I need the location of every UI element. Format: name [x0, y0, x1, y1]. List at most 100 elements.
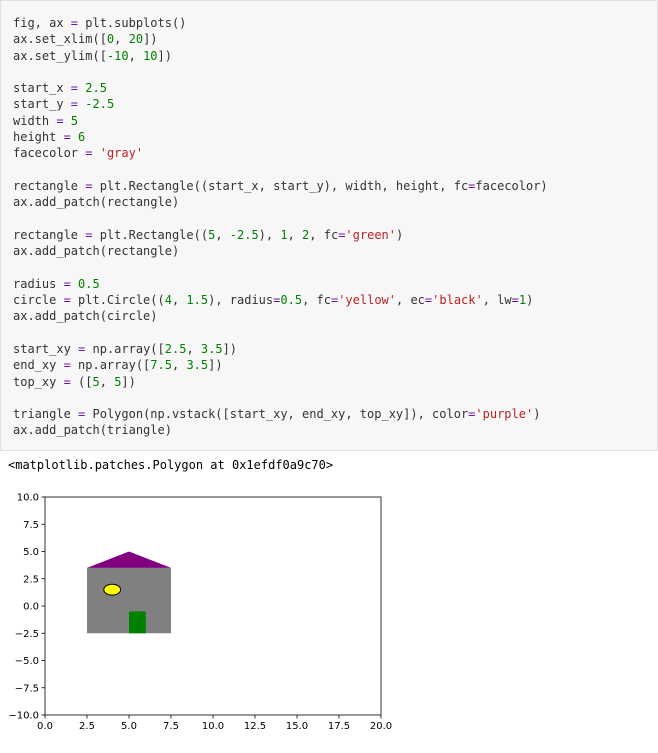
code-token: =: [56, 113, 64, 128]
code-token: 'green': [345, 227, 396, 242]
code-token: end_xy: [13, 358, 64, 373]
code-token: triangle: [13, 407, 79, 422]
code-line: start_y = -2.5: [13, 96, 548, 112]
code-token: plt.subplots(): [78, 16, 187, 30]
code-token: 7.5: [150, 358, 172, 373]
code-token: 6: [78, 130, 86, 145]
code-token: -2.5: [85, 97, 115, 112]
code-token: =: [70, 97, 79, 112]
y-tick-label: 10.0: [17, 493, 39, 504]
code-token: -2.5: [229, 227, 259, 242]
y-tick-label: 7.5: [23, 520, 39, 531]
code-token: 1: [280, 227, 288, 242]
y-tick-label: −2.5: [15, 629, 39, 640]
code-token: fig, ax: [13, 16, 71, 30]
code-token: 10: [143, 48, 158, 63]
code-token: ]): [121, 374, 136, 389]
code-token: ]): [208, 358, 223, 373]
code-token: ), radius: [208, 293, 274, 308]
x-tick-label: 7.5: [163, 721, 179, 732]
code-token: -10: [106, 48, 129, 63]
x-tick-label: 10.0: [202, 721, 224, 732]
code-token: top_xy: [13, 374, 64, 389]
code-token: 0.5: [280, 293, 303, 308]
code-token: 'black': [432, 293, 483, 308]
code-token: radius: [13, 276, 64, 291]
code-line: fig, ax = plt.subplots(): [13, 15, 548, 31]
code-token: ): [533, 407, 541, 422]
code-line: ax.add_patch(rectangle): [13, 243, 548, 259]
code-token: ,: [171, 358, 187, 373]
y-tick-label: −5.0: [15, 656, 39, 667]
code-token: ax.set_ylim([: [13, 48, 107, 63]
code-line: facecolor = 'gray': [13, 145, 548, 161]
code-token: start_x: [13, 81, 71, 96]
y-tick-label: −10.0: [8, 711, 39, 722]
code-token: =: [63, 130, 71, 145]
y-tick-label: 5.0: [23, 547, 39, 558]
code-token: , fc: [309, 227, 339, 242]
code-token: ]): [143, 32, 158, 47]
code-token: plt.Rectangle((: [92, 227, 209, 242]
code-token: width: [13, 113, 57, 128]
code-token: 5: [70, 113, 79, 128]
code-token: rectangle: [13, 178, 86, 193]
code-token: 0.5: [78, 276, 100, 291]
yellow-circle-patch: [103, 583, 122, 596]
code-editor[interactable]: fig, ax = plt.subplots() ax.set_xlim([0, …: [13, 15, 548, 439]
code-token: , ec: [396, 293, 425, 308]
code-line: ax.add_patch(rectangle): [13, 194, 548, 210]
code-token: 2.5: [85, 81, 107, 96]
code-line: start_x = 2.5: [13, 80, 548, 96]
code-token: , fc: [302, 293, 331, 308]
y-tick-label: 0.0: [23, 602, 39, 613]
code-token: =: [70, 16, 79, 30]
code-token: ,: [99, 374, 115, 389]
code-token: ]): [222, 341, 238, 356]
code-token: ,: [128, 48, 144, 63]
code-token: np.array([: [70, 358, 151, 373]
code-token: , lw: [482, 293, 512, 308]
code-token: ax.set_xlim([: [13, 32, 107, 47]
code-token: 'yellow': [338, 293, 396, 308]
code-token: 'purple': [475, 407, 534, 422]
code-token: ,: [186, 341, 201, 356]
code-token: height: [13, 130, 64, 145]
code-token: facecolor): [475, 178, 548, 193]
code-token: ),: [258, 227, 281, 242]
code-line: width = 5: [13, 113, 548, 129]
code-token: ,: [215, 227, 230, 242]
code-cell-input[interactable]: fig, ax = plt.subplots() ax.set_xlim([0, …: [0, 0, 658, 451]
code-token: ]): [157, 48, 172, 63]
code-token: ax.add_patch(triangle): [13, 423, 172, 438]
code-line: circle = plt.Circle((4, 1.5), radius = 0.5…: [13, 292, 548, 308]
code-token: start_xy: [13, 341, 79, 356]
code-token: ,: [171, 293, 187, 308]
x-tick-label: 5.0: [121, 721, 137, 732]
cell-output-text: <matplotlib.patches.Polygon at 0x1efdf0a…: [8, 458, 334, 472]
code-token: ): [526, 293, 534, 308]
code-token: np.array([: [85, 341, 165, 356]
code-token: 4: [164, 293, 172, 308]
code-token: =: [63, 358, 71, 373]
x-tick-label: 20.0: [370, 721, 392, 732]
code-token: =: [63, 276, 71, 291]
code-line: radius = 0.5: [13, 276, 548, 292]
code-token: ): [396, 227, 404, 242]
green-rectangle-patch: [129, 611, 146, 634]
code-token: rectangle: [13, 227, 86, 242]
code-token: =: [70, 81, 79, 96]
code-token: ,: [287, 227, 303, 242]
code-line: ax.add_patch(triangle): [13, 422, 548, 438]
y-tick-label: 2.5: [23, 574, 39, 585]
code-token: 'gray': [99, 146, 144, 161]
code-token: 20: [128, 32, 144, 47]
matplotlib-figure: 0.0 2.5 5.0 7.5 10.0 12.5 15.0 17.5 20.0 −10.0 −7.…: [8, 493, 392, 733]
